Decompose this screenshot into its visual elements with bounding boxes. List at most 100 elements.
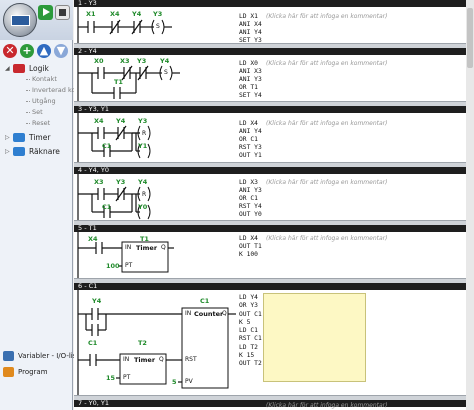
rung-header: 3 - Y3, Y1 [74, 106, 474, 113]
comment-placeholder[interactable]: (Klicka här för att infoga en kommentar) [266, 13, 387, 20]
close-icon: ✕ [5, 44, 15, 57]
left-panel: ✕ + ▲ ▼ ◢ Logik Kontakt Inverterad kont … [0, 0, 83, 410]
contact-label: C1 [88, 339, 98, 347]
counter-block-c1[interactable] [181, 307, 229, 389]
nav-program[interactable]: Program [0, 364, 73, 380]
tree-item-label: Kontakt [26, 75, 57, 83]
block-pin: Q [222, 310, 227, 317]
app-menu-button[interactable] [3, 3, 37, 37]
rung-1[interactable]: 1 - Y3 X1 X4 Y4 Y3 S LD X1 ANI X4 ANI Y4… [74, 0, 474, 48]
top-toolbar [0, 0, 73, 40]
delete-rung-button[interactable]: ✕ [3, 44, 17, 58]
tree-node-logik[interactable]: ◢ Logik [0, 63, 73, 74]
expand-arrow-icon[interactable]: ▷ [5, 146, 11, 157]
move-rung-up-button[interactable]: ▲ [37, 44, 51, 58]
ladder-editor: 1 - Y3 X1 X4 Y4 Y3 S LD X1 ANI X4 ANI Y4… [74, 0, 474, 410]
app-logo-icon [11, 15, 30, 26]
tree-item-kontakt[interactable]: Kontakt [0, 74, 73, 85]
timer-icon [13, 133, 25, 142]
instruction-list: LD X3 ANI Y3 OR C1 RST Y4 OUT Y0 [239, 179, 262, 218]
block-label: T1 [140, 235, 149, 243]
comment-placeholder[interactable]: (Klicka här för att infoga en kommentar) [266, 60, 387, 67]
coil-y4[interactable] [147, 186, 151, 202]
rung-7[interactable]: 7 - Y0, Y1 (Klicka här för att infoga en… [74, 400, 474, 410]
coil-y3[interactable] [147, 125, 151, 141]
coil-type: S [156, 23, 160, 30]
tree-node-timer[interactable]: ▷ Timer [0, 132, 73, 143]
coil-label: Y4 [138, 178, 148, 186]
block-pin: PT [125, 262, 133, 269]
comment-placeholder[interactable]: (Klicka här för att infoga en kommentar) [266, 120, 387, 127]
stop-button[interactable] [55, 5, 70, 20]
coil-y0[interactable] [147, 204, 151, 220]
table-icon [3, 351, 14, 361]
coil-type: R [142, 130, 147, 137]
contact-label: Y4 [92, 297, 102, 305]
move-rung-down-button[interactable]: ▼ [54, 44, 68, 58]
preset-value[interactable]: 100 [106, 262, 120, 270]
tree-item-reset[interactable]: Reset [0, 118, 73, 129]
coil-label: Y3 [153, 10, 163, 18]
coil-y3[interactable] [161, 19, 165, 35]
contact-label: T1 [114, 78, 123, 86]
comment-placeholder[interactable]: (Klicka här för att infoga en kommentar) [266, 179, 387, 186]
coil-y4[interactable] [169, 65, 173, 81]
contact-label: X4 [88, 235, 98, 243]
contact-label: Y3 [137, 57, 147, 65]
block-title: Timer [134, 356, 156, 364]
vertical-scrollbar[interactable] [466, 0, 474, 410]
block-pin: IN [185, 310, 192, 317]
tree-item-utgang[interactable]: Utgång [0, 96, 73, 107]
contact-label: X1 [86, 10, 96, 18]
arrow-down-icon: ▼ [56, 44, 66, 57]
block-label: T2 [138, 339, 147, 347]
comment-placeholder[interactable]: (Klicka här för att infoga en kommentar) [266, 402, 387, 409]
instruction-list: LD Y4 OR Y3 OUT C1 K 5 LD C1 RST C1 LD T2 K 15 O… [239, 294, 262, 368]
instruction-list: LD X4 OUT T1 K 100 [239, 235, 262, 258]
coil-label: Y3 [138, 117, 148, 125]
bottom-navigation: Variabler - I/O-lista Program [0, 348, 83, 380]
tree-node-raknare[interactable]: ▷ Räknare [0, 146, 73, 157]
preset-value[interactable]: 5 [172, 378, 177, 386]
block-pin: Q [161, 244, 166, 251]
tree-item-inverterad-kontakt[interactable]: Inverterad kont [0, 85, 82, 96]
rung-header: 6 - C1 [74, 283, 474, 290]
rung-3[interactable]: 3 - Y3, Y1 X4 Y4 C1 Y3 Y1 R LD X4 ANI Y4… [74, 106, 474, 167]
rung-diagram[interactable] [74, 290, 239, 395]
arrow-up-icon: ▲ [39, 44, 49, 57]
contact-label: C1 [102, 142, 112, 150]
nav-variables[interactable]: Variabler - I/O-lista [0, 348, 83, 364]
expand-arrow-icon[interactable]: ▷ [5, 132, 11, 143]
run-button[interactable] [38, 5, 53, 20]
contact-label: C1 [102, 203, 112, 211]
block-pin: IN [125, 244, 132, 251]
coil-label: Y1 [138, 142, 148, 150]
contact-label: Y4 [116, 117, 126, 125]
collapse-arrow-icon[interactable]: ◢ [5, 63, 11, 74]
tree-item-set[interactable]: Set [0, 107, 73, 118]
preset-value[interactable]: 15 [106, 374, 115, 382]
coil-type: S [164, 69, 168, 76]
rung-header: 5 - T1 [74, 225, 474, 232]
block-label: C1 [200, 297, 210, 305]
rung-diagram[interactable] [74, 232, 239, 279]
coil-y1[interactable] [147, 143, 151, 159]
contact-label: X4 [110, 10, 120, 18]
block-pin: IN [123, 356, 130, 363]
contact-label: X3 [120, 57, 130, 65]
scrollbar-thumb[interactable] [467, 8, 473, 68]
add-rung-button[interactable]: + [20, 44, 34, 58]
tree-item-label: Set [26, 108, 43, 116]
comment-editor[interactable] [263, 293, 366, 382]
rung-header: 2 - Y4 [74, 48, 474, 55]
tree-label-timer: Timer [29, 133, 51, 142]
comment-placeholder[interactable]: (Klicka här för att infoga en kommentar) [266, 235, 387, 242]
rung-5[interactable]: 5 - T1 X4 T1 IN Timer Q PT 100 LD X4 OUT … [74, 225, 474, 283]
tree-item-label: Reset [25, 119, 51, 127]
rung-4[interactable]: 4 - Y4, Y0 X3 Y3 C1 Y4 Y0 R LD X3 ANI Y3… [74, 167, 474, 225]
rung-2[interactable]: 2 - Y4 X0 X3 Y3 Y4 T1 S LD X0 ANI X3 ANI… [74, 48, 474, 106]
block-pin: Q [159, 356, 164, 363]
tree-label-raknare: Räknare [29, 147, 60, 156]
logic-icon [13, 64, 25, 73]
coil-label: Y0 [138, 203, 148, 211]
